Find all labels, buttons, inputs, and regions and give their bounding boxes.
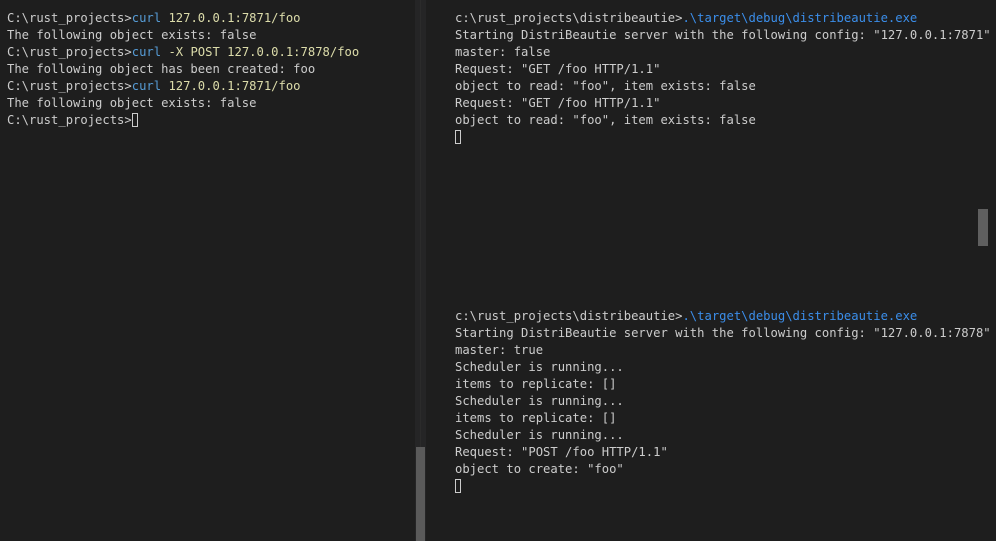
command-args: 127.0.0.1:7871/foo [161,79,301,93]
prompt: C:\rust_projects> [7,45,132,59]
scrollbar-thumb-left[interactable] [416,447,425,541]
terminal-line: object to read: "foo", item exists: fals… [455,79,756,93]
terminal-line: The following object has been created: f… [7,62,316,76]
terminal-line: The following object exists: false [7,28,257,42]
terminal-line: C:\rust_projects>curl 127.0.0.1:7871/foo [7,10,415,27]
command: .\target\debug\distribeautie.exe [682,309,918,323]
command-args: 127.0.0.1:7878/foo [219,45,360,59]
terminal-line: c:\rust_projects\distribeautie>.\target\… [455,308,996,325]
prompt: C:\rust_projects> [7,11,132,25]
terminal-line: items to replicate: [] [455,411,617,425]
prompt: C:\rust_projects> [7,113,132,127]
terminal-line: Request: "GET /foo HTTP/1.1" [455,96,661,110]
terminal-pane-right-bottom[interactable]: c:\rust_projects\distribeautie>.\target\… [426,299,996,541]
terminal-output: C:\rust_projects>curl 127.0.0.1:7871/foo… [7,10,415,129]
command-args: 127.0.0.1:7871/foo [161,11,301,25]
terminal-input-line[interactable] [455,478,996,495]
command-flags: -X POST [161,45,220,59]
prompt: C:\rust_projects> [7,79,132,93]
terminal-line: Scheduler is running... [455,428,624,442]
terminal-line: Request: "POST /foo HTTP/1.1" [455,445,668,459]
terminal-output: c:\rust_projects\distribeautie>.\target\… [455,10,996,146]
terminal-line: master: true [455,343,544,357]
terminal-line: Starting DistriBeautie server with the f… [455,28,991,42]
scrollbar-thumb-right[interactable] [978,209,988,246]
terminal-line: Starting DistriBeautie server with the f… [455,326,991,340]
terminal-line: C:\rust_projects>curl -X POST 127.0.0.1:… [7,44,415,61]
terminal-pane-left[interactable]: C:\rust_projects>curl 127.0.0.1:7871/foo… [0,0,415,541]
terminal-line: Scheduler is running... [455,394,624,408]
cursor [455,479,461,493]
command: curl [131,45,162,59]
command: curl [131,11,162,25]
terminal-input-line[interactable] [455,129,996,146]
terminal-line: The following object exists: false [7,96,257,110]
cursor [131,113,138,127]
command: curl [131,79,162,93]
command: .\target\debug\distribeautie.exe [682,11,918,25]
terminal-input-line[interactable]: C:\rust_projects> [7,112,415,129]
terminal-line: items to replicate: [] [455,377,617,391]
terminal-line: Request: "GET /foo HTTP/1.1" [455,62,661,76]
terminal-line: object to read: "foo", item exists: fals… [455,113,756,127]
terminal-line: object to create: "foo" [455,462,624,476]
cursor [455,130,461,144]
terminal-line: Scheduler is running... [455,360,624,374]
prompt: c:\rust_projects\distribeautie> [455,309,683,323]
terminal-line: C:\rust_projects>curl 127.0.0.1:7871/foo [7,78,415,95]
terminal-line: master: false [455,45,551,59]
terminal-output: c:\rust_projects\distribeautie>.\target\… [455,308,996,495]
terminal-pane-right-top[interactable]: c:\rust_projects\distribeautie>.\target\… [426,0,996,290]
terminal-line: c:\rust_projects\distribeautie>.\target\… [455,10,996,27]
pane-divider-horizontal[interactable] [426,290,996,299]
prompt: c:\rust_projects\distribeautie> [455,11,683,25]
